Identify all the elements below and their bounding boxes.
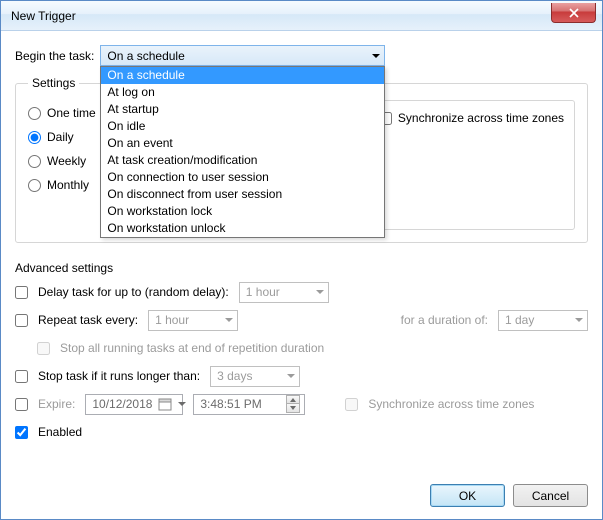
- new-trigger-dialog: New Trigger Begin the task: On a schedul…: [0, 0, 603, 520]
- stop-if-value: 3 days: [217, 369, 252, 383]
- begin-task-option[interactable]: On disconnect from user session: [101, 186, 384, 203]
- begin-task-dropdown[interactable]: On a scheduleAt log onAt startupOn idleO…: [100, 66, 385, 238]
- begin-task-selected: On a schedule: [107, 49, 184, 63]
- chevron-down-icon: [287, 374, 295, 378]
- expire-sync-checkbox: [345, 398, 358, 411]
- stop-if-row: Stop task if it runs longer than: 3 days: [15, 365, 588, 387]
- begin-task-option[interactable]: On workstation unlock: [101, 220, 384, 237]
- radio-weekly-label: Weekly: [47, 154, 86, 168]
- ok-button-label: OK: [459, 489, 476, 503]
- radio-one-time[interactable]: One time: [28, 106, 106, 120]
- delay-value-combo[interactable]: 1 hour: [239, 282, 329, 303]
- sync-time-zones-label: Synchronize across time zones: [398, 111, 564, 125]
- advanced-heading: Advanced settings: [15, 261, 588, 275]
- expire-date-value: 10/12/2018: [92, 397, 152, 411]
- radio-monthly[interactable]: Monthly: [28, 178, 106, 192]
- expire-time-picker[interactable]: 3:48:51 PM: [193, 394, 305, 415]
- begin-task-option[interactable]: At log on: [101, 84, 384, 101]
- begin-task-option[interactable]: On an event: [101, 135, 384, 152]
- chevron-down-icon[interactable]: [178, 402, 186, 406]
- radio-daily-input[interactable]: [28, 131, 41, 144]
- delay-row: Delay task for up to (random delay): 1 h…: [15, 281, 588, 303]
- dialog-buttons: OK Cancel: [430, 484, 588, 507]
- stop-if-checkbox[interactable]: [15, 370, 28, 383]
- stop-all-checkbox: [37, 342, 50, 355]
- enabled-row: Enabled: [15, 421, 588, 443]
- delay-checkbox[interactable]: [15, 286, 28, 299]
- radio-daily-label: Daily: [47, 130, 74, 144]
- radio-weekly-input[interactable]: [28, 155, 41, 168]
- stop-if-label: Stop task if it runs longer than:: [38, 369, 200, 383]
- begin-task-option[interactable]: On connection to user session: [101, 169, 384, 186]
- begin-task-row: Begin the task: On a schedule On a sched…: [15, 45, 588, 66]
- begin-task-combo-box[interactable]: On a schedule: [100, 45, 385, 66]
- radio-one-time-input[interactable]: [28, 107, 41, 120]
- client-area: Begin the task: On a schedule On a sched…: [1, 31, 602, 519]
- sync-time-zones[interactable]: Synchronize across time zones: [379, 111, 564, 125]
- delay-label: Delay task for up to (random delay):: [38, 285, 229, 299]
- radio-one-time-label: One time: [47, 106, 96, 120]
- radio-daily[interactable]: Daily: [28, 130, 106, 144]
- stop-all-row: Stop all running tasks at end of repetit…: [37, 337, 588, 359]
- close-button[interactable]: [551, 3, 596, 23]
- chevron-down-icon: [316, 290, 324, 294]
- radio-monthly-input[interactable]: [28, 179, 41, 192]
- delay-value: 1 hour: [246, 285, 280, 299]
- spin-down-icon[interactable]: [286, 404, 300, 413]
- close-icon: [569, 8, 579, 18]
- calendar-icon[interactable]: [158, 397, 172, 411]
- titlebar: New Trigger: [1, 1, 602, 31]
- repeat-row: Repeat task every: 1 hour for a duration…: [15, 309, 588, 331]
- cancel-button-label: Cancel: [532, 489, 569, 503]
- radio-monthly-label: Monthly: [47, 178, 89, 192]
- begin-task-label: Begin the task:: [15, 49, 94, 63]
- schedule-radios: One time Daily Weekly Monthly: [28, 100, 106, 192]
- ok-button[interactable]: OK: [430, 484, 505, 507]
- begin-task-option[interactable]: At task creation/modification: [101, 152, 384, 169]
- begin-task-option[interactable]: On idle: [101, 118, 384, 135]
- cancel-button[interactable]: Cancel: [513, 484, 588, 507]
- time-spinner[interactable]: [286, 395, 300, 413]
- settings-legend: Settings: [28, 76, 79, 90]
- begin-task-combo[interactable]: On a schedule On a scheduleAt log onAt s…: [100, 45, 385, 66]
- begin-task-option[interactable]: On a schedule: [101, 67, 384, 84]
- chevron-down-icon: [225, 318, 233, 322]
- stop-if-value-combo[interactable]: 3 days: [210, 366, 300, 387]
- duration-label: for a duration of:: [401, 313, 488, 327]
- enabled-label: Enabled: [38, 425, 82, 439]
- repeat-checkbox[interactable]: [15, 314, 28, 327]
- repeat-value-combo[interactable]: 1 hour: [148, 310, 238, 331]
- repeat-label: Repeat task every:: [38, 313, 138, 327]
- expire-time-value: 3:48:51 PM: [200, 397, 261, 411]
- stop-all-label: Stop all running tasks at end of repetit…: [60, 341, 324, 355]
- expire-date-picker[interactable]: 10/12/2018: [85, 394, 183, 415]
- duration-value: 1 day: [505, 313, 534, 327]
- spin-up-icon[interactable]: [286, 395, 300, 404]
- begin-task-option[interactable]: At startup: [101, 101, 384, 118]
- expire-label: Expire:: [38, 397, 75, 411]
- chevron-down-icon: [372, 54, 380, 58]
- repeat-value: 1 hour: [155, 313, 189, 327]
- radio-weekly[interactable]: Weekly: [28, 154, 106, 168]
- chevron-down-icon: [575, 318, 583, 322]
- begin-task-option[interactable]: On workstation lock: [101, 203, 384, 220]
- expire-checkbox[interactable]: [15, 398, 28, 411]
- duration-value-combo[interactable]: 1 day: [498, 310, 588, 331]
- expire-row: Expire: 10/12/2018 3:48:51 PM: [15, 393, 588, 415]
- expire-sync-label: Synchronize across time zones: [368, 397, 534, 411]
- enabled-checkbox[interactable]: [15, 426, 28, 439]
- window-title: New Trigger: [11, 9, 76, 23]
